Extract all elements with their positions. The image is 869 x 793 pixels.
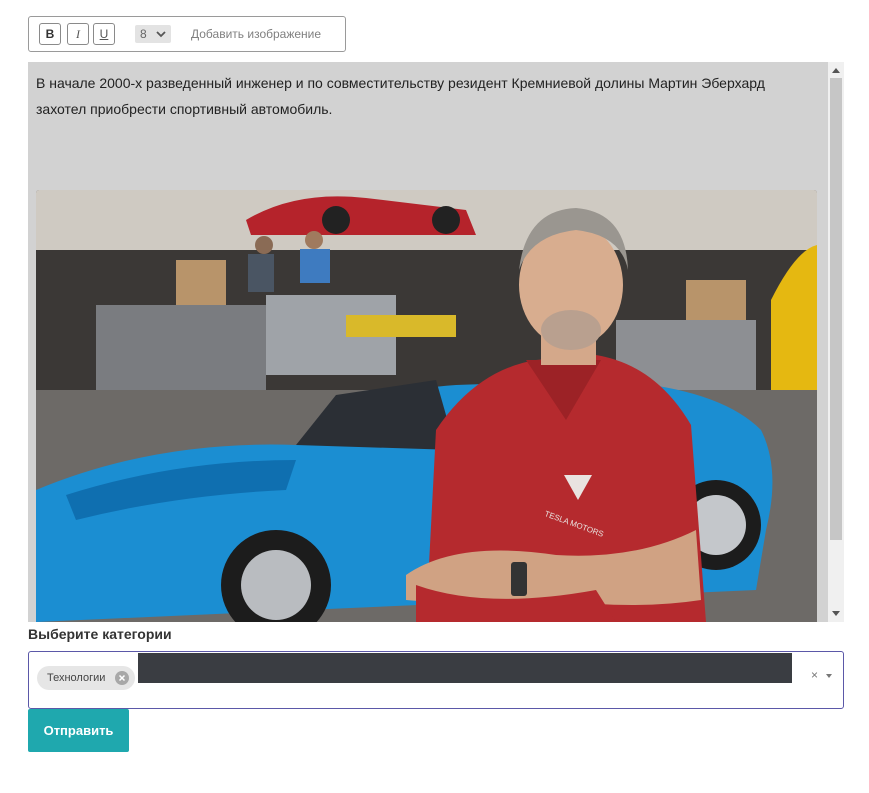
chevron-down-icon [156,31,166,38]
scroll-down-icon[interactable] [832,611,840,617]
underline-button[interactable]: U [93,23,115,45]
add-image-button[interactable]: Добавить изображение [191,27,321,41]
italic-button[interactable]: I [67,23,89,45]
embedded-photo: TESLA MOTORS [36,190,817,622]
font-size-value: 8 [140,27,147,41]
category-search-input[interactable] [137,653,792,683]
category-label: Выберите категории [28,626,172,642]
dropdown-arrow-icon[interactable] [826,674,832,678]
category-multiselect[interactable]: Технологии × [28,651,844,709]
submit-button[interactable]: Отправить [28,709,129,752]
editor-content-text[interactable]: В начале 2000-х разведенный инженер и по… [36,70,816,122]
text-editor[interactable]: В начале 2000-х разведенный инженер и по… [28,62,844,622]
scroll-up-icon[interactable] [832,67,840,73]
selected-tag-label: Технологии [47,672,106,684]
font-size-select[interactable]: 8 [135,25,171,43]
selected-tag: Технологии [37,666,135,690]
editor-toolbar: B I U 8 Добавить изображение [28,16,346,52]
remove-tag-icon[interactable] [115,671,129,685]
photo-illustration: TESLA MOTORS [36,190,817,622]
bold-button[interactable]: B [39,23,61,45]
clear-selection-icon[interactable]: × [811,668,818,682]
editor-scrollbar[interactable] [828,62,844,622]
scrollbar-thumb[interactable] [830,78,842,540]
